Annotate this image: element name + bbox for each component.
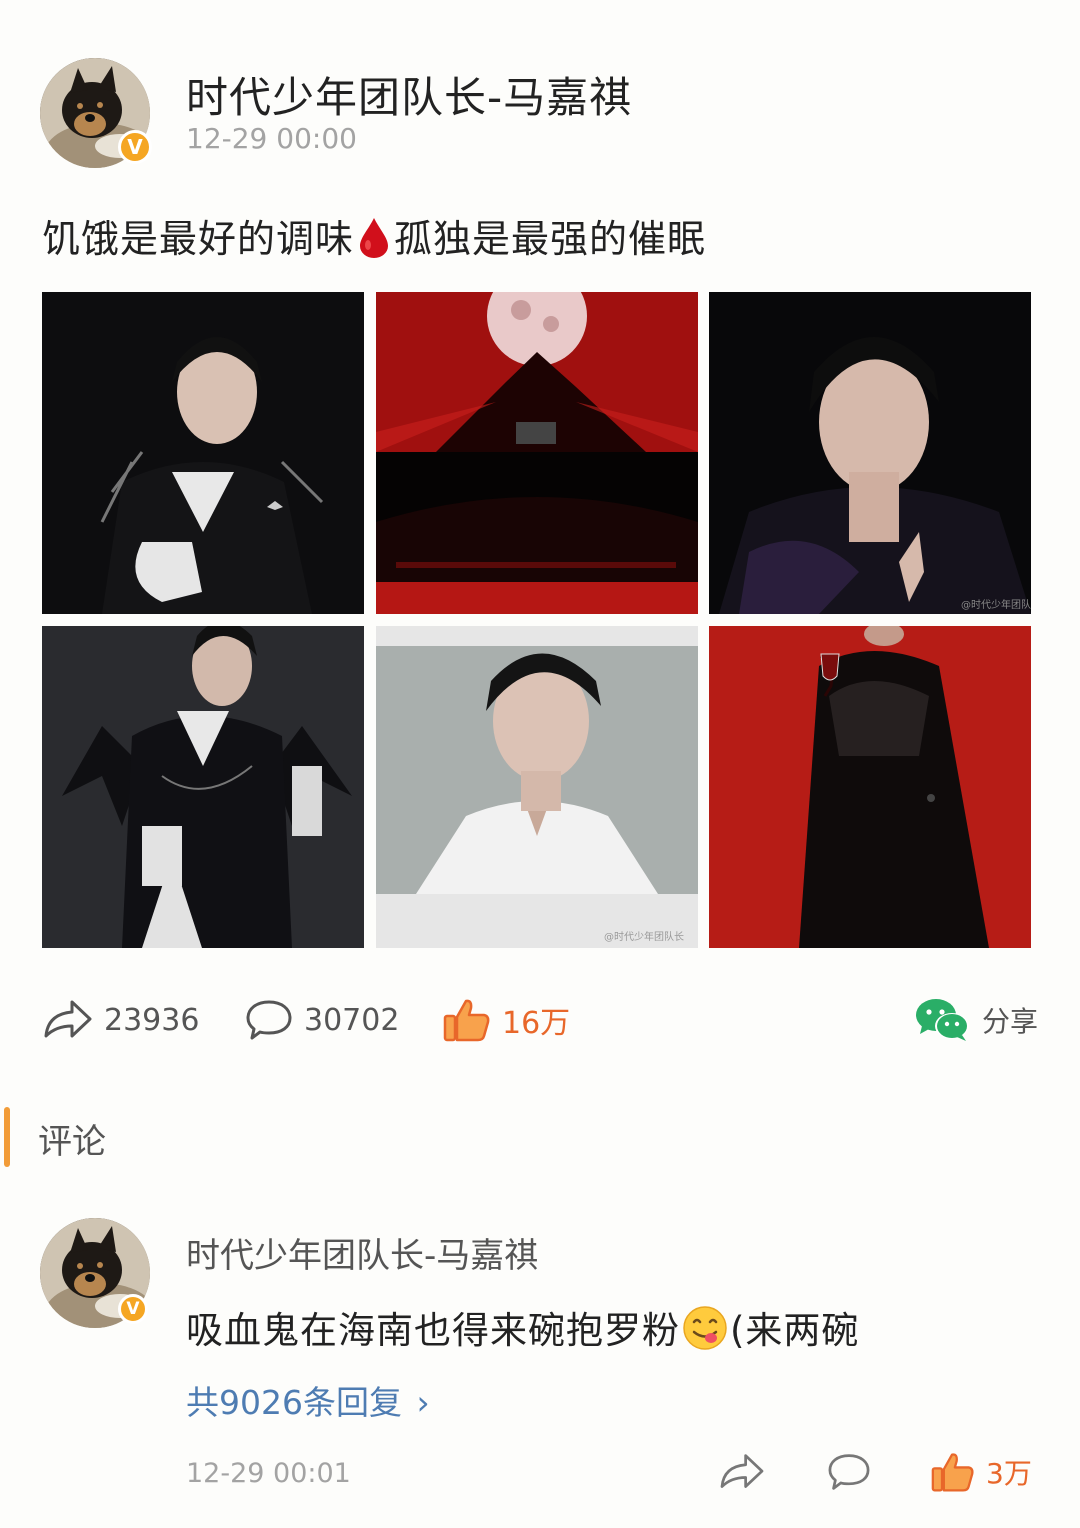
comment-like-count: 3万 [986, 1457, 1032, 1490]
comment-text-part2: (来两碗 [730, 1309, 860, 1352]
blood-drop-icon [360, 218, 389, 258]
comment-repost-button[interactable] [718, 1452, 766, 1496]
verified-badge-icon: V [118, 1294, 148, 1324]
post-text-part1: 饥饿是最好的调味 [42, 217, 355, 261]
view-replies-link[interactable]: 共9026条回复 › [186, 1376, 430, 1424]
comment-reply-button[interactable] [826, 1452, 872, 1496]
comment-text: 吸血鬼在海南也得来碗抱罗粉 (来两碗 [186, 1300, 859, 1354]
like-button[interactable]: 16万 [442, 996, 570, 1044]
share-button[interactable]: 分享 [914, 996, 1038, 1044]
repost-arrow-icon [720, 1454, 764, 1488]
photo-closeup-dark-portrait[interactable]: @时代少年团队 [709, 292, 1031, 614]
post-text: 饥饿是最好的调味 孤独是最强的催眠 [42, 208, 706, 263]
comment-button[interactable]: 30702 [244, 998, 399, 1042]
post-timestamp: 12-29 00:00 [186, 122, 357, 155]
photo-red-moon-stage[interactable] [376, 292, 698, 614]
repost-arrow-icon [44, 1000, 92, 1038]
thumbs-up-icon [931, 1453, 974, 1492]
photo-red-background-wineglass[interactable] [709, 626, 1031, 948]
thumbs-up-icon [443, 999, 490, 1042]
like-count: 16万 [502, 1006, 571, 1041]
comments-section-accent [4, 1107, 10, 1167]
post-text-part2: 孤独是最强的催眠 [394, 217, 707, 261]
photo-bat-wing-costume[interactable] [42, 626, 364, 948]
comment-like-button[interactable]: 3万 [930, 1450, 1032, 1494]
comment-bubble-icon [246, 1000, 292, 1040]
chevron-right-icon: › [416, 1383, 430, 1422]
yum-face-icon [683, 1306, 727, 1350]
comments-section-title[interactable]: 评论 [38, 1114, 106, 1163]
comment-count: 30702 [304, 1002, 400, 1038]
comment-author-name[interactable]: 时代少年团队长-马嘉祺 [186, 1228, 538, 1277]
replies-label: 共9026条回复 [186, 1383, 402, 1422]
wechat-icon [916, 999, 969, 1041]
verified-badge-icon: V [118, 130, 152, 164]
photo-white-shirt-polaroid[interactable]: @时代少年团队长 [376, 626, 698, 948]
photo-black-cape-portrait[interactable] [42, 292, 364, 614]
share-label: 分享 [982, 1005, 1039, 1038]
post-author-name[interactable]: 时代少年团队长-马嘉祺 [186, 64, 632, 125]
watermark-text: @时代少年团队 [961, 598, 1031, 611]
repost-button[interactable]: 23936 [42, 998, 199, 1042]
comment-timestamp: 12-29 00:01 [186, 1458, 351, 1489]
watermark-text: @时代少年团队长 [604, 930, 684, 943]
repost-count: 23936 [104, 1002, 200, 1038]
comment-bubble-icon [828, 1454, 870, 1490]
comment-text-part1: 吸血鬼在海南也得来碗抱罗粉 [186, 1309, 680, 1352]
